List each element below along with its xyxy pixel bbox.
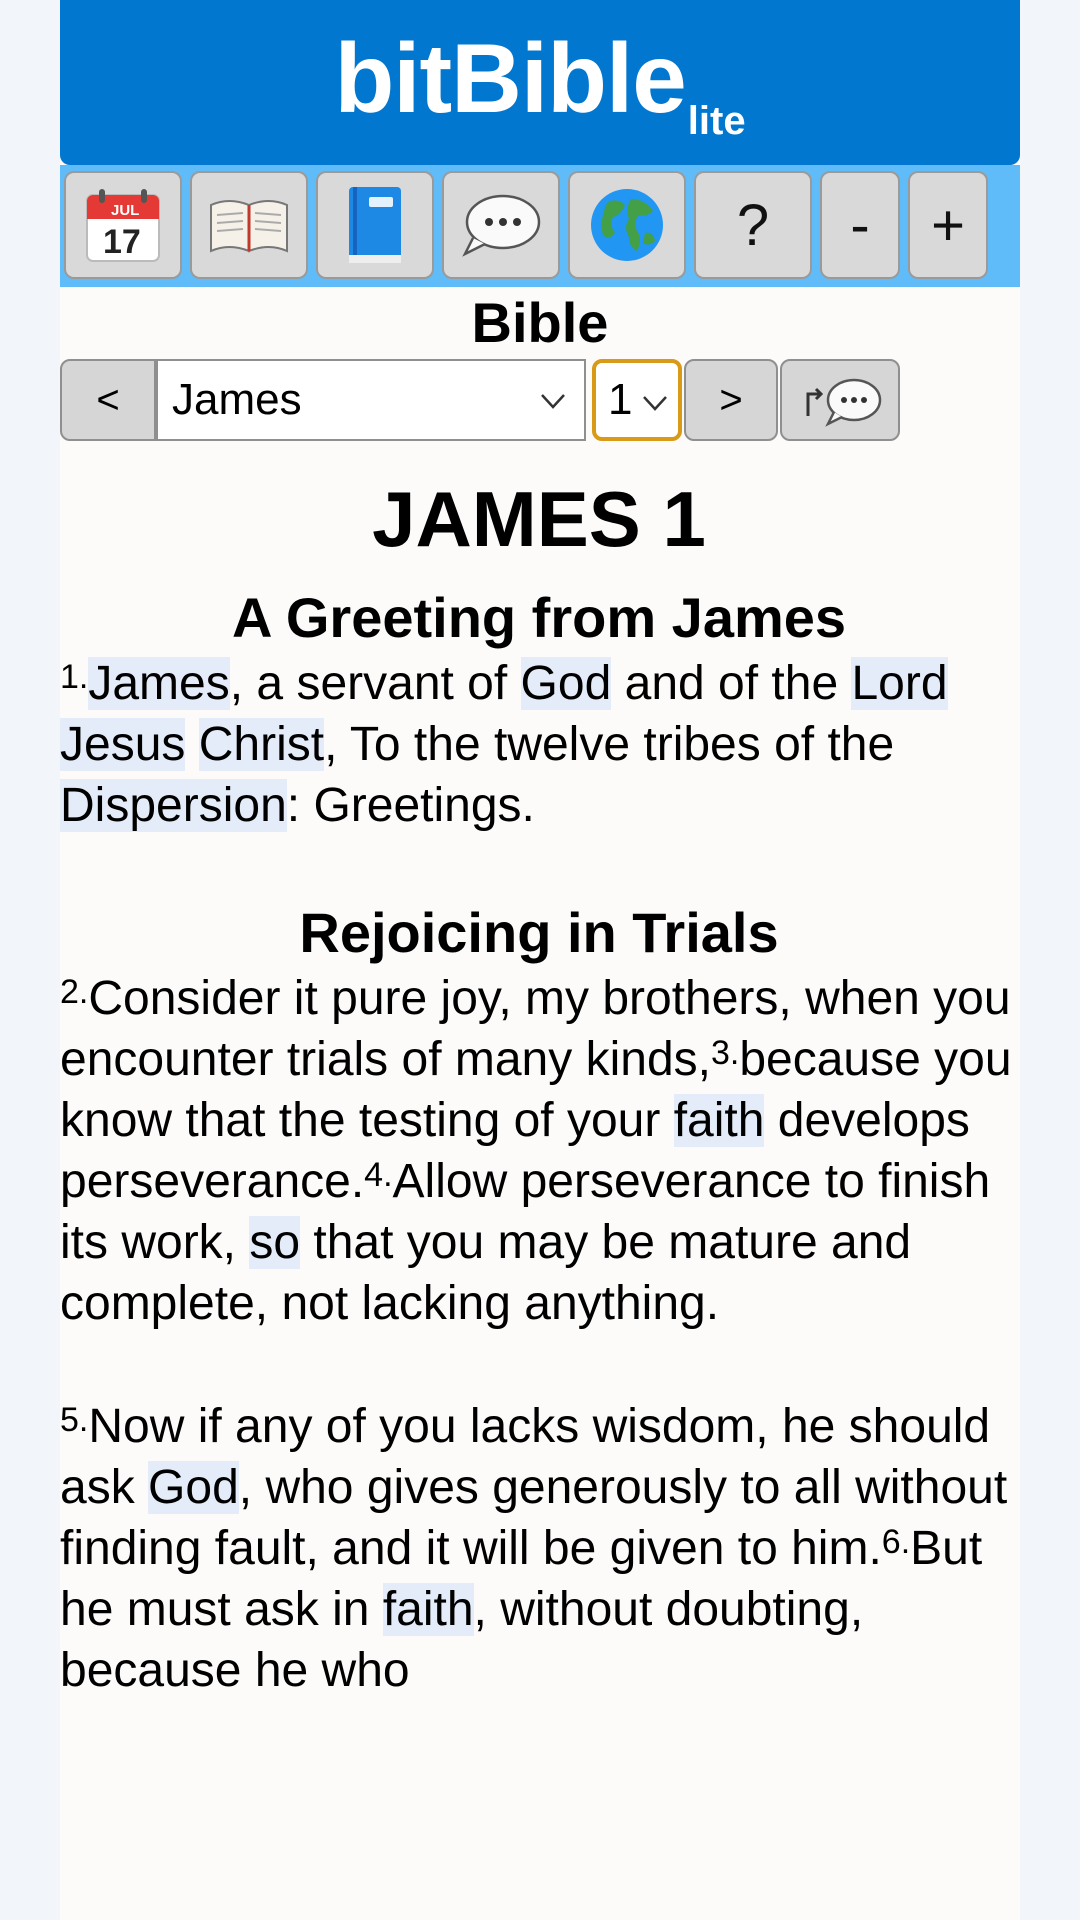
word-link[interactable]: so	[249, 1216, 301, 1269]
verse-paragraph: 2.Consider it pure joy, my brothers, whe…	[60, 968, 1018, 1334]
share-comment-button[interactable]	[780, 359, 900, 441]
increase-label: +	[931, 192, 965, 258]
chapter-heading: JAMES 1	[372, 475, 706, 563]
book-select-value: James	[172, 375, 302, 424]
app-container: bitBible lite JUL 17 ? - + Bible < James…	[60, 0, 1020, 1920]
chapter-navigation: < James 1 >	[60, 359, 1020, 443]
chevron-down-icon	[643, 396, 667, 411]
previous-label: <	[96, 377, 120, 422]
page-title: Bible	[471, 291, 609, 354]
word-link[interactable]: Lord	[851, 657, 948, 710]
verse-text: , To the twelve tribes of the	[324, 718, 895, 771]
comments-button[interactable]	[442, 171, 560, 279]
chapter-select[interactable]: 1	[592, 359, 682, 441]
verse-number[interactable]: 4.	[364, 1156, 392, 1194]
brand-logo[interactable]: bitBible lite	[334, 22, 745, 143]
calendar-month: JUL	[111, 202, 139, 219]
next-label: >	[719, 377, 743, 422]
verse-text	[185, 718, 198, 771]
brand-name: bitBible	[334, 23, 686, 133]
reading-content: JAMES 1 A Greeting from James 1.James, a…	[60, 469, 1020, 1701]
word-link[interactable]: God	[148, 1461, 239, 1514]
app-header: bitBible lite	[60, 0, 1020, 165]
verse-number[interactable]: 3.	[711, 1034, 739, 1072]
word-link[interactable]: James	[88, 657, 230, 710]
previous-chapter-button[interactable]: <	[60, 359, 156, 441]
blue-book-button[interactable]	[316, 171, 434, 279]
verse-number[interactable]: 2.	[60, 973, 88, 1011]
section-heading: Rejoicing in Trials	[299, 901, 779, 964]
calendar-button[interactable]: JUL 17	[64, 171, 182, 279]
language-button[interactable]	[568, 171, 686, 279]
calendar-icon: JUL 17	[86, 189, 160, 262]
toolbar: JUL 17 ? - +	[60, 165, 1020, 287]
verse-text: : Greetings.	[286, 779, 535, 832]
brand-edition: lite	[687, 99, 746, 143]
verse-text: , a servant of	[229, 657, 521, 710]
next-chapter-button[interactable]: >	[684, 359, 778, 441]
verse-number[interactable]: 6.	[882, 1523, 910, 1561]
calendar-day: 17	[103, 223, 141, 261]
open-book-button[interactable]	[190, 171, 308, 279]
chapter-select-value: 1	[608, 375, 633, 424]
book-select[interactable]: James	[156, 359, 586, 441]
word-link[interactable]: Dispersion	[60, 779, 287, 832]
share-comment-icon	[806, 378, 882, 427]
blue-book-icon	[349, 187, 401, 263]
help-button[interactable]: ?	[694, 171, 812, 279]
help-label: ?	[736, 192, 770, 258]
decrease-label: -	[850, 192, 870, 258]
word-link[interactable]: faith	[673, 1094, 765, 1147]
word-link[interactable]: Christ	[198, 718, 325, 771]
verse-text: and of the	[611, 657, 852, 710]
verse-number[interactable]: 1.	[60, 658, 88, 696]
verse-paragraph: 5.Now if any of you lacks wisdom, he sho…	[60, 1396, 1018, 1701]
decrease-font-button[interactable]: -	[820, 171, 900, 279]
word-link[interactable]: God	[520, 657, 612, 710]
increase-font-button[interactable]: +	[908, 171, 988, 279]
chevron-down-icon	[541, 394, 565, 409]
verse-paragraph: 1.James, a servant of God and of the Lor…	[60, 653, 1018, 836]
speech-bubble-icon	[462, 194, 541, 257]
section-heading: A Greeting from James	[231, 586, 847, 649]
verse-number[interactable]: 5.	[60, 1401, 88, 1439]
globe-icon	[591, 189, 663, 261]
word-link[interactable]: Jesus	[60, 718, 186, 771]
word-link[interactable]: faith	[382, 1583, 474, 1636]
open-book-icon	[210, 200, 288, 253]
